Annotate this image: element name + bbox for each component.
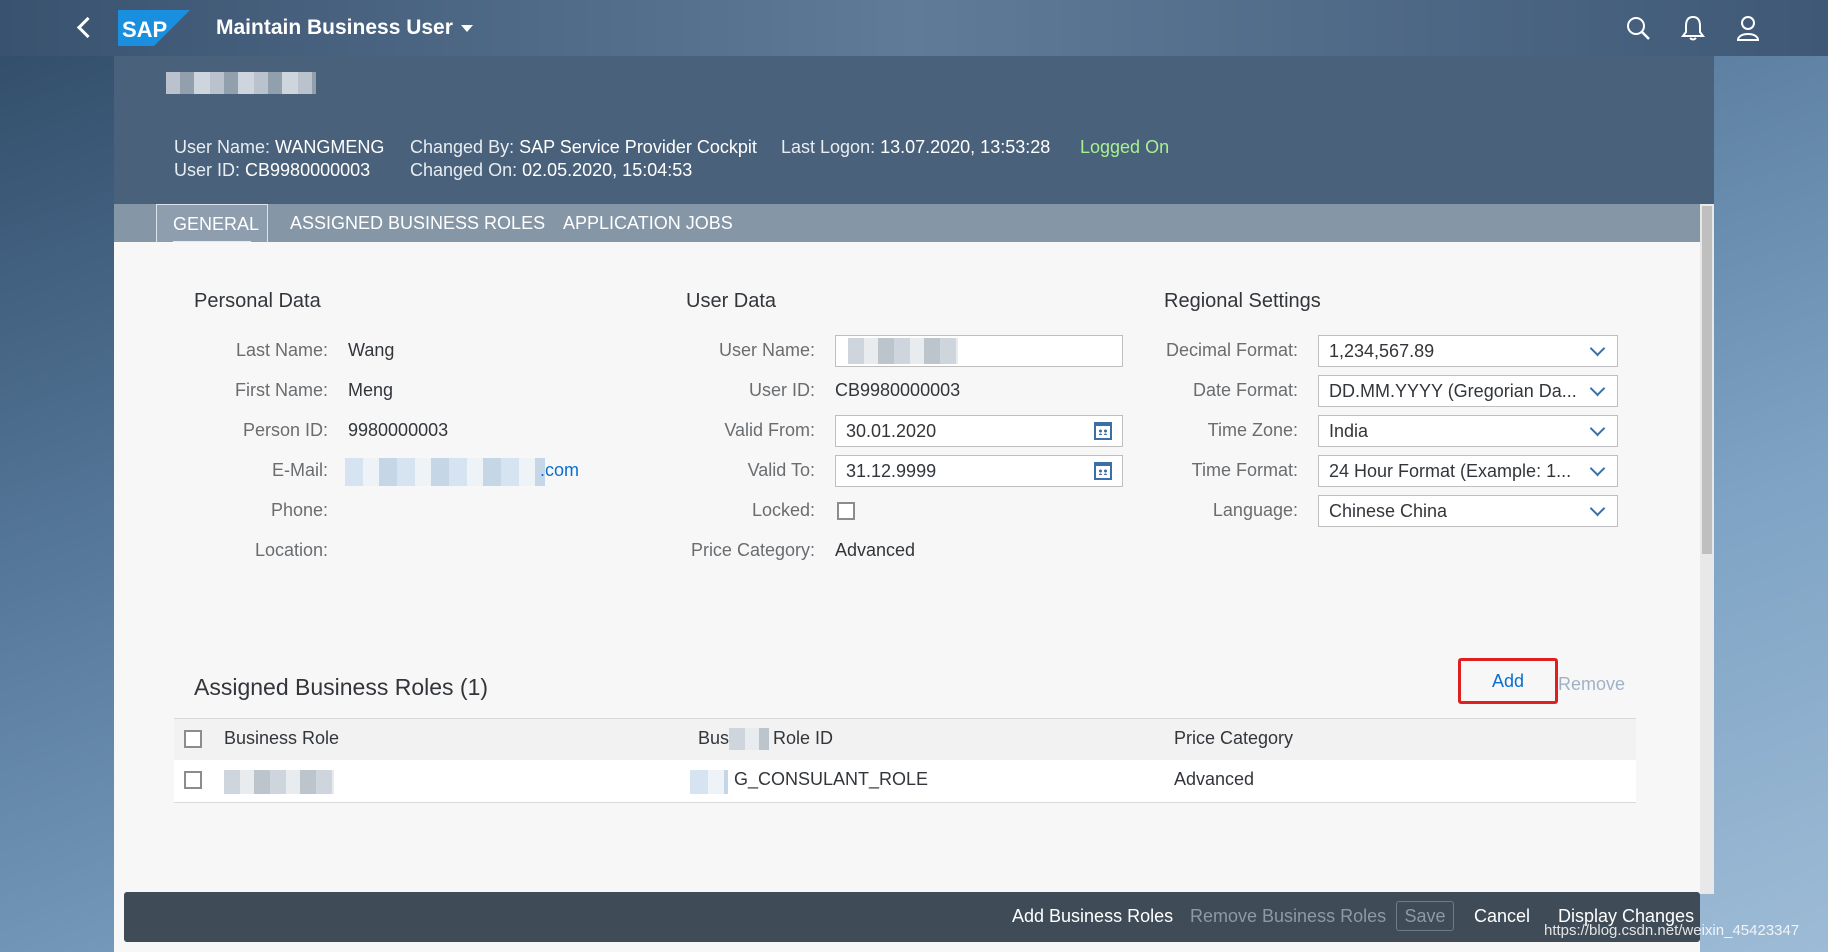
header-change-info: Changed By: SAP Service Provider Cockpit… (410, 137, 757, 180)
valid-from-label: Valid From: (724, 420, 815, 440)
email-link[interactable]: .com (540, 460, 579, 481)
user-name-input[interactable] (835, 335, 1123, 367)
object-header: User Name: WANGMENG User ID: CB998000000… (114, 56, 1714, 204)
row-checkbox[interactable] (184, 771, 202, 789)
business-role-blurred (224, 770, 334, 794)
watermark: https://blog.csdn.net/weixin_45423347 (1544, 922, 1800, 939)
locked-label: Locked: (751, 500, 815, 520)
select-all-checkbox[interactable] (184, 730, 202, 748)
chevron-down-icon (1589, 340, 1606, 357)
valid-to-label: Valid To: (747, 460, 815, 480)
role-id-link[interactable]: G_CONSULANT_ROLE (734, 769, 928, 790)
scrollbar[interactable] (1700, 204, 1714, 894)
header-user-name: WANGMENG (275, 137, 385, 157)
price-category-label: Price Category: (690, 540, 815, 560)
save-button[interactable]: Save (1396, 901, 1454, 931)
decimal-format-label: Decimal Format: (1165, 340, 1298, 360)
remove-business-roles-button[interactable]: Remove Business Roles (1190, 906, 1386, 927)
col-business-role-id: Bus Role ID (698, 728, 833, 751)
language-label: Language: (1212, 500, 1298, 520)
chevron-down-icon (1589, 380, 1606, 397)
user-icon[interactable] (1734, 14, 1762, 42)
valid-to-datepicker[interactable]: 31.12.9999 (835, 455, 1123, 487)
chevron-down-icon (1589, 460, 1606, 477)
calendar-icon[interactable] (1094, 462, 1112, 480)
last-name-value: Wang (348, 340, 395, 360)
col-price-category: Price Category (1174, 728, 1294, 748)
header-user-info: User Name: WANGMENG User ID: CB998000000… (174, 137, 385, 180)
valid-from-value: 30.01.2020 (846, 421, 937, 441)
date-format-select[interactable]: DD.MM.YYYY (Gregorian Da... (1318, 375, 1618, 407)
header-last-logon: Last Logon: 13.07.2020, 13:53:28 (781, 137, 1051, 157)
add-role-button[interactable]: Add (1458, 658, 1558, 704)
blurred-title (166, 72, 316, 94)
valid-to-value: 31.12.9999 (846, 461, 937, 481)
location-label: Location: (254, 540, 328, 560)
cancel-button[interactable]: Cancel (1474, 906, 1530, 927)
time-format-select[interactable]: 24 Hour Format (Example: 1... (1318, 455, 1618, 487)
person-id-value: 9980000003 (348, 420, 449, 440)
col-business-role: Business Role (224, 728, 340, 748)
search-icon[interactable] (1624, 14, 1652, 42)
personal-data-title: Personal Data (194, 290, 321, 312)
time-zone-select[interactable]: India (1318, 415, 1618, 447)
chevron-down-icon (460, 24, 473, 32)
add-business-roles-button[interactable]: Add Business Roles (1012, 906, 1173, 927)
chevron-down-icon (1589, 420, 1606, 437)
shell-bar: SAP Maintain Business User (0, 0, 1828, 56)
scrollbar-thumb[interactable] (1702, 206, 1712, 554)
sap-logo[interactable]: SAP (118, 10, 190, 46)
tab-application-jobs[interactable]: APPLICATION JOBS (563, 204, 733, 242)
user-data-title: User Data (686, 290, 777, 312)
user-name-blurred (848, 338, 958, 364)
person-id-label: Person ID: (242, 420, 328, 440)
price-category-value: Advanced (835, 540, 916, 560)
user-id-label: User ID: (748, 380, 815, 400)
footer-toolbar: Add Business Roles Remove Business Roles… (124, 892, 1700, 942)
phone-label: Phone: (270, 500, 328, 520)
roles-table-header: Business Role Bus Role ID Price Category (174, 718, 1636, 762)
status-badge: Logged On (1080, 137, 1170, 157)
decimal-format-select[interactable]: 1,234,567.89 (1318, 335, 1618, 367)
back-icon[interactable] (70, 14, 98, 42)
header-changed-on: 02.05.2020, 15:04:53 (522, 160, 693, 180)
last-name-label: Last Name: (235, 340, 328, 360)
table-row[interactable]: G_CONSULANT_ROLE Advanced (174, 760, 1636, 803)
time-format-label: Time Format: (1191, 460, 1298, 480)
tab-general[interactable]: GENERAL (156, 204, 268, 244)
language-select[interactable]: Chinese China (1318, 495, 1618, 527)
calendar-icon[interactable] (1094, 422, 1112, 440)
role-id-blurred (690, 770, 728, 794)
chevron-down-icon (1589, 500, 1606, 517)
tab-assigned-business-roles[interactable]: ASSIGNED BUSINESS ROLES (290, 204, 545, 242)
first-name-value: Meng (348, 380, 394, 400)
time-zone-label: Time Zone: (1207, 420, 1298, 440)
valid-from-datepicker[interactable]: 30.01.2020 (835, 415, 1123, 447)
assigned-roles-title: Assigned Business Roles (1) (194, 674, 489, 700)
header-user-id: CB9980000003 (245, 160, 371, 180)
email-blurred (345, 458, 545, 486)
bell-icon[interactable] (1679, 14, 1707, 42)
regional-settings-title: Regional Settings (1164, 290, 1321, 312)
app-title: Maintain Business User (216, 16, 453, 39)
tab-bar: GENERAL ASSIGNED BUSINESS ROLES APPLICAT… (114, 204, 1714, 244)
email-label: E-Mail: (271, 460, 328, 480)
svg-text:SAP: SAP (122, 17, 167, 42)
remove-role-button[interactable]: Remove (1558, 674, 1625, 695)
header-changed-by: SAP Service Provider Cockpit (519, 137, 757, 157)
row-price-category: Advanced (1174, 769, 1255, 789)
locked-checkbox[interactable] (837, 502, 855, 520)
user-name-label: User Name: (718, 340, 815, 360)
app-title-menu[interactable]: Maintain Business User (216, 16, 473, 40)
user-id-value: CB9980000003 (835, 380, 961, 400)
date-format-label: Date Format: (1192, 380, 1298, 400)
first-name-label: First Name: (234, 380, 328, 400)
